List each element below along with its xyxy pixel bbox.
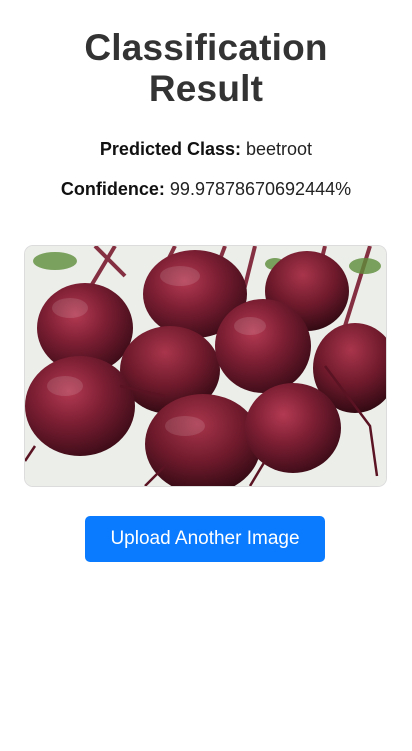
confidence-value: 99.97878670692444% — [169, 179, 352, 199]
title-line-2: Result — [148, 68, 264, 109]
beetroot-photo — [25, 246, 386, 486]
confidence-label: Confidence: — [60, 179, 165, 199]
page-title: Classification Result — [0, 0, 412, 109]
predicted-class-value: beetroot — [246, 139, 313, 159]
confidence-row: Confidence: 99.97878670692444% — [0, 179, 412, 200]
upload-another-image-button[interactable]: Upload Another Image — [85, 516, 325, 562]
title-line-1: Classification — [84, 27, 328, 68]
predicted-class-row: Predicted Class: beetroot — [0, 139, 412, 160]
result-page: Classification Result Predicted Class: b… — [0, 0, 412, 751]
uploaded-image — [24, 245, 387, 487]
predicted-class-label: Predicted Class: — [99, 139, 241, 159]
